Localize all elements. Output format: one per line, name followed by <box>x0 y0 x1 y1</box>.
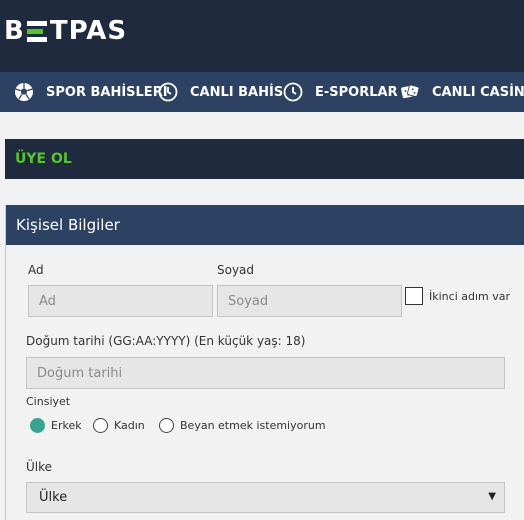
first-name-input[interactable]: Ad <box>28 285 213 317</box>
gender-radio-beyan[interactable] <box>159 418 174 433</box>
nav-item-canli-bahis[interactable]: CANLI BAHİS <box>158 72 283 112</box>
nav-item-spor-bahisleri[interactable]: SPOR BAHİSLERİ <box>14 72 168 112</box>
second-name-label: İkinci adım var <box>429 290 511 303</box>
birthdate-placeholder: Doğum tarihi <box>37 365 123 381</box>
nav-item-label: E-SPORLAR <box>315 84 398 100</box>
gender-option-erkek: Erkek <box>51 419 82 432</box>
panel-title: Kişisel Bilgiler <box>16 216 120 234</box>
birthdate-label: Doğum tarihi (GG:AA:YYYY) (En küçük yaş:… <box>26 334 306 348</box>
nav-item-canli-casino[interactable]: CANLI CASİNO <box>400 72 524 112</box>
nav-item-e-sporlar[interactable]: E-SPORLAR <box>283 72 398 112</box>
gender-option-beyan: Beyan etmek istemiyorum <box>180 419 326 432</box>
page-title: ÜYE OL <box>15 151 72 167</box>
nav-item-label: SPOR BAHİSLERİ <box>46 84 168 100</box>
first-name-label: Ad <box>28 263 44 277</box>
gender-radio-erkek[interactable] <box>30 418 45 433</box>
birthdate-input[interactable]: Doğum tarihi <box>26 357 505 389</box>
country-label: Ülke <box>26 460 53 474</box>
logo-text-right: TPAS <box>49 16 128 46</box>
nav-item-label: CANLI BAHİS <box>190 84 284 100</box>
betpas-logo[interactable]: B TPAS <box>4 18 127 44</box>
main-nav: SPOR BAHİSLERİ CANLI BAHİS E-SPORLAR CAN… <box>0 72 524 112</box>
country-select[interactable]: Ülke ▼ <box>26 482 505 513</box>
last-name-label: Soyad <box>217 263 255 277</box>
personal-info-panel: Kişisel Bilgiler Ad Ad Soyad Soyad İkinc… <box>5 205 524 520</box>
first-name-placeholder: Ad <box>39 293 56 309</box>
site-header: B TPAS <box>0 0 524 72</box>
dice-icon <box>400 82 420 102</box>
panel-header: Kişisel Bilgiler <box>6 205 524 245</box>
register-section-header: ÜYE OL <box>5 139 524 179</box>
country-select-value: Ülke <box>39 490 68 505</box>
last-name-placeholder: Soyad <box>228 293 269 309</box>
soccer-ball-icon <box>14 82 34 102</box>
gender-label: Cinsiyet <box>26 395 71 408</box>
nav-item-label: CANLI CASİNO <box>432 84 524 100</box>
gender-option-kadin: Kadın <box>114 419 145 432</box>
logo-text-left: B <box>4 16 25 46</box>
second-name-checkbox[interactable] <box>405 287 423 305</box>
gender-radio-kadin[interactable] <box>93 418 108 433</box>
clock-icon <box>283 82 303 102</box>
dropdown-arrow-icon: ▼ <box>488 491 496 502</box>
logo-e-mark <box>26 20 47 42</box>
clock-icon <box>158 82 178 102</box>
last-name-input[interactable]: Soyad <box>217 285 402 317</box>
